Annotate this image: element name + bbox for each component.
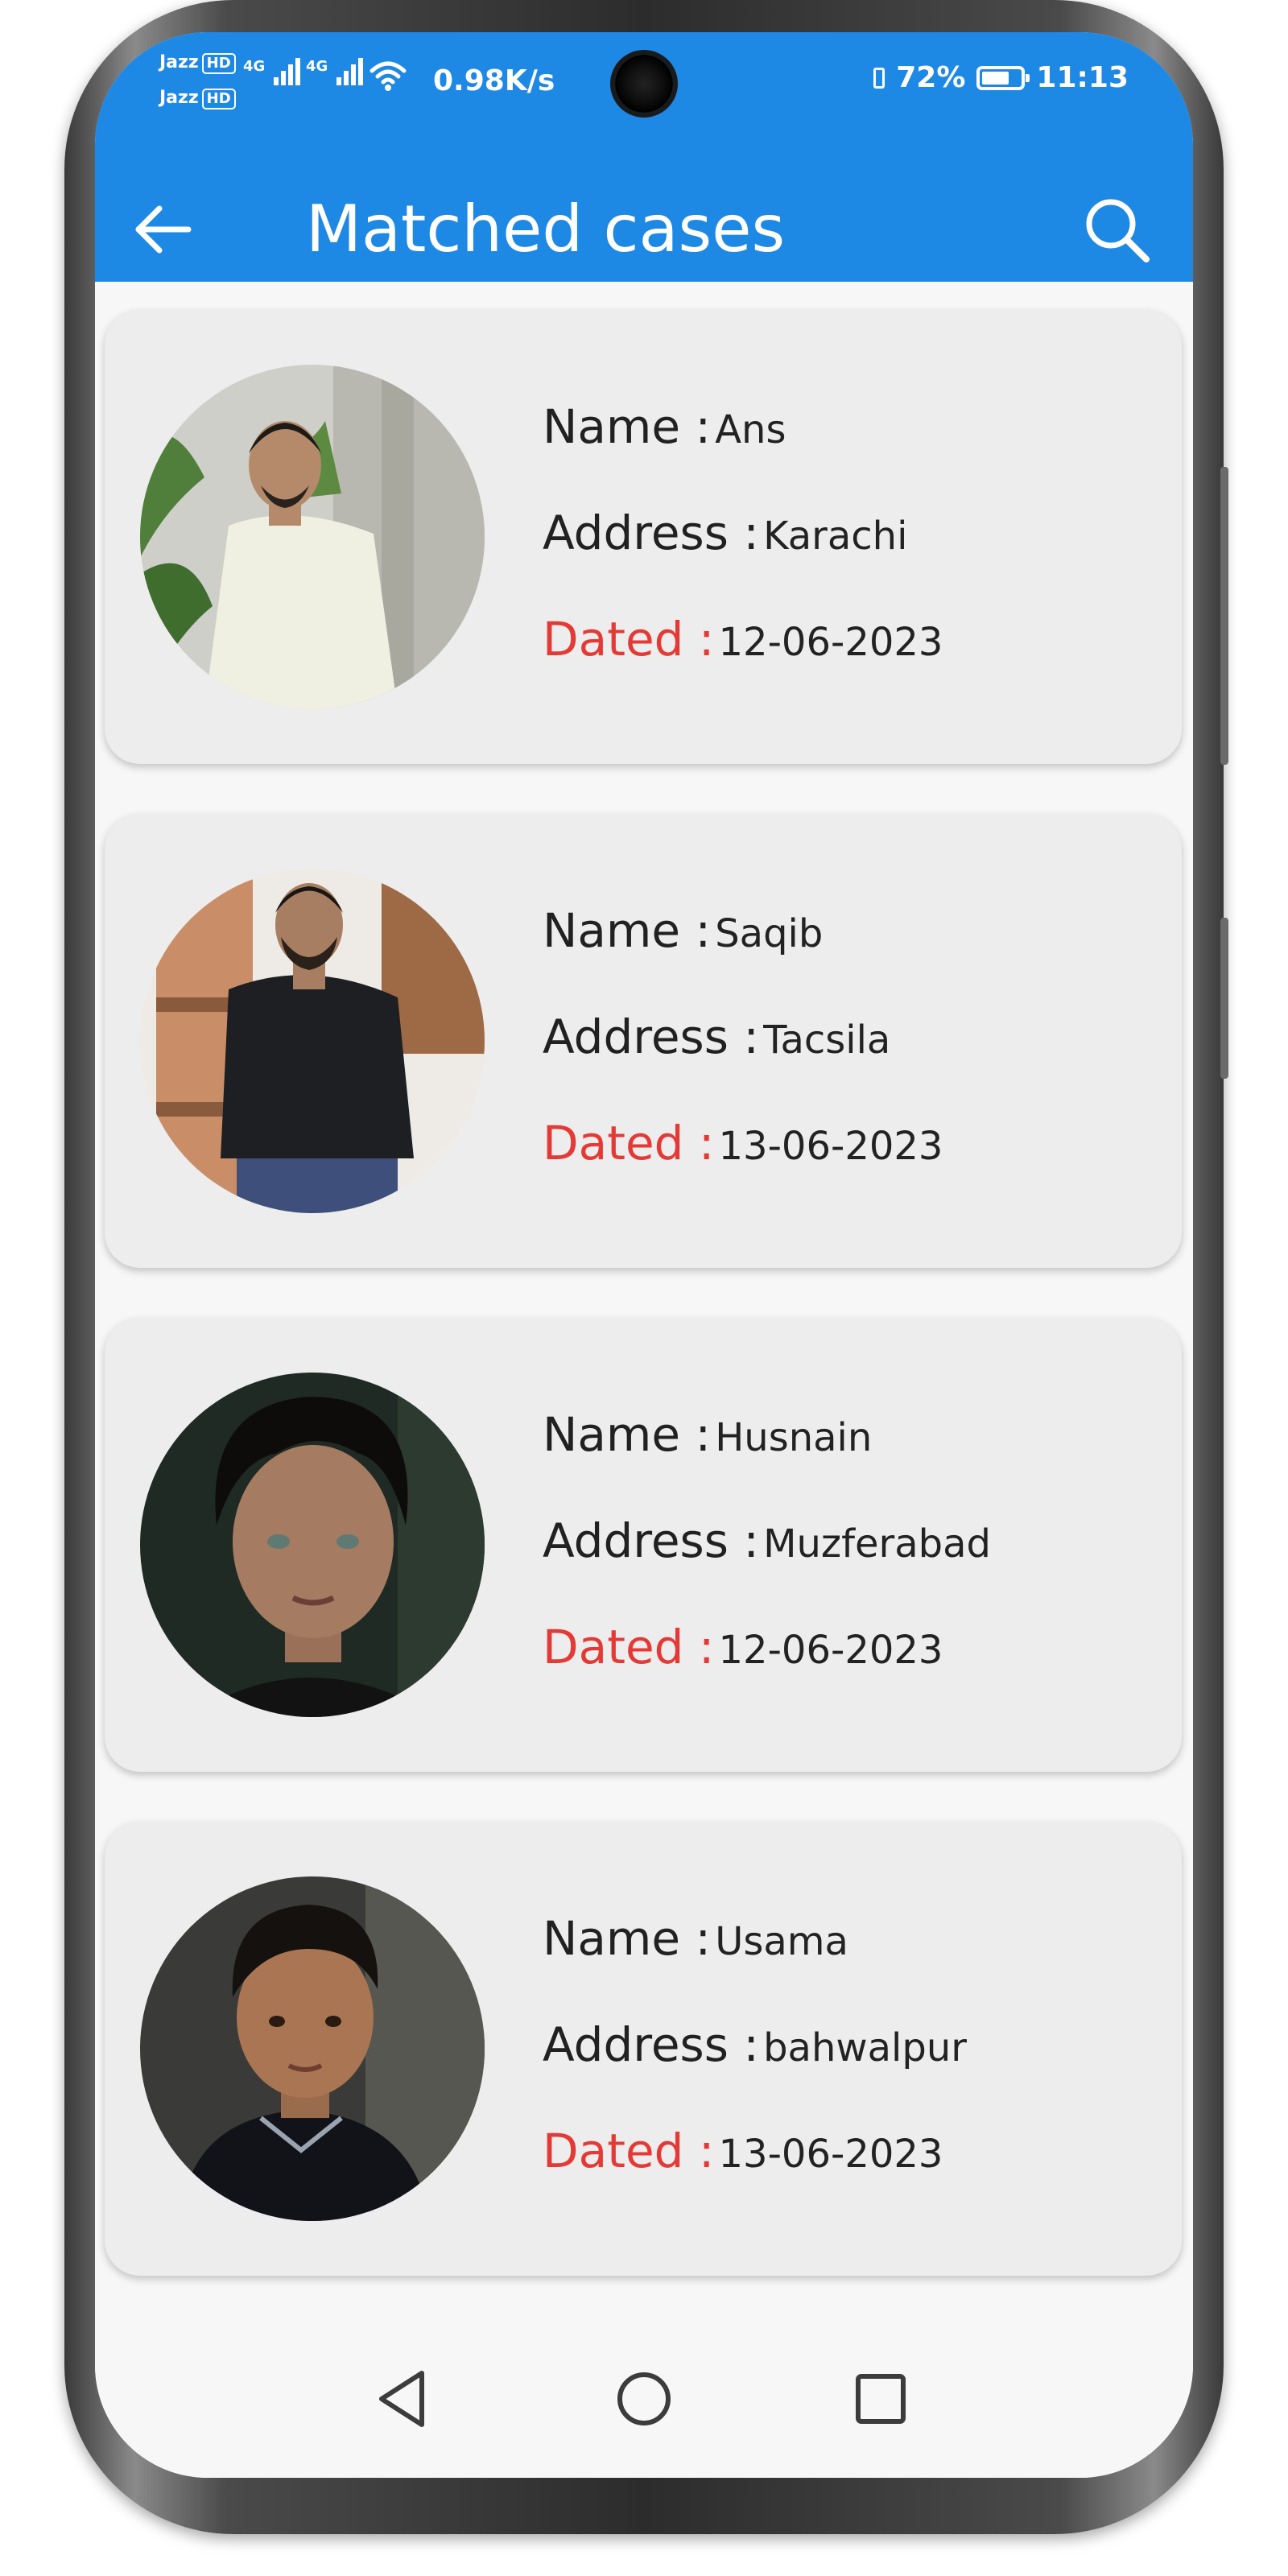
name-row: Name : Husnain bbox=[543, 1398, 991, 1505]
status-right: 72% 11:13 bbox=[873, 61, 1129, 94]
address-label: Address : bbox=[543, 506, 759, 560]
address-label: Address : bbox=[543, 1009, 759, 1064]
dated-label: Dated : bbox=[543, 1620, 715, 1674]
battery-level bbox=[982, 71, 1009, 85]
address-value: bahwalpur bbox=[763, 2025, 967, 2070]
name-value: Ans bbox=[715, 407, 786, 452]
avatar bbox=[140, 1876, 485, 2221]
clock: 11:13 bbox=[1036, 61, 1129, 94]
address-value: Muzferabad bbox=[763, 1521, 992, 1567]
photo-man-black-shirt bbox=[140, 869, 485, 1213]
name-row: Name : Ans bbox=[543, 390, 943, 497]
name-label: Name : bbox=[543, 1407, 712, 1462]
case-card[interactable]: Name : Husnain Address : Muzferabad Date… bbox=[105, 1318, 1182, 1772]
dated-value: 13-06-2023 bbox=[718, 2132, 943, 2177]
name-label: Name : bbox=[543, 903, 712, 958]
system-nav-bar bbox=[95, 2334, 1193, 2478]
name-value: Usama bbox=[715, 1919, 848, 1964]
name-value: Saqib bbox=[715, 911, 824, 956]
name-row: Name : Saqib bbox=[543, 894, 943, 1001]
name-label: Name : bbox=[543, 1911, 712, 1966]
address-row: Address : Karachi bbox=[543, 497, 943, 603]
hd-icon: HD bbox=[201, 89, 236, 109]
signal-1: 4G bbox=[243, 58, 303, 85]
photo-boy-polo-shirt bbox=[140, 1876, 485, 2221]
case-card[interactable]: Name : Saqib Address : Tacsila Dated : 1… bbox=[105, 814, 1182, 1268]
name-label: Name : bbox=[543, 399, 712, 454]
dated-label: Dated : bbox=[543, 2124, 715, 2178]
signal-icon bbox=[274, 58, 303, 85]
home-circle-icon[interactable] bbox=[604, 2359, 684, 2439]
address-row: Address : Muzferabad bbox=[543, 1505, 991, 1611]
volume-button bbox=[1220, 467, 1228, 765]
app-screen: Jazz HD Jazz HD 4G 4G 0.98K/s 72% 11:13 … bbox=[95, 32, 1193, 2478]
dated-row: Dated : 12-06-2023 bbox=[543, 603, 943, 709]
address-row: Address : Tacsila bbox=[543, 1001, 943, 1107]
status-bar: Jazz HD Jazz HD 4G 4G 0.98K/s 72% 11:13 bbox=[95, 32, 1193, 153]
battery-percent: 72% bbox=[896, 61, 966, 94]
dated-row: Dated : 13-06-2023 bbox=[543, 2115, 967, 2221]
power-button bbox=[1220, 918, 1228, 1079]
search-icon[interactable] bbox=[1079, 192, 1156, 269]
dated-value: 13-06-2023 bbox=[718, 1124, 943, 1169]
hd-icon: HD bbox=[201, 53, 236, 74]
battery-icon bbox=[976, 65, 1030, 90]
photo-man-white-kurta bbox=[140, 365, 485, 709]
carrier-1-label: Jazz bbox=[159, 52, 199, 72]
signal-icon bbox=[336, 58, 365, 85]
avatar bbox=[140, 365, 485, 709]
network-2-label: 4G bbox=[306, 58, 328, 75]
signal-2: 4G bbox=[306, 58, 365, 85]
arrow-left-icon[interactable] bbox=[127, 193, 200, 266]
case-info: Name : Husnain Address : Muzferabad Date… bbox=[543, 1398, 991, 1717]
device-screenshot: Jazz HD Jazz HD 4G 4G 0.98K/s 72% 11:13 … bbox=[0, 0, 1288, 2576]
dated-value: 12-06-2023 bbox=[718, 620, 943, 665]
case-info: Name : Usama Address : bahwalpur Dated :… bbox=[543, 1902, 967, 2221]
photo-young-man-dark-hair bbox=[140, 1373, 485, 1717]
carrier-info: Jazz HD Jazz HD bbox=[159, 45, 236, 116]
front-camera bbox=[615, 55, 673, 113]
page-title: Matched cases bbox=[306, 192, 786, 266]
address-value: Karachi bbox=[763, 514, 908, 559]
address-row: Address : bahwalpur bbox=[543, 2008, 967, 2115]
wifi-icon bbox=[369, 61, 407, 91]
case-card[interactable]: Name : Ans Address : Karachi Dated : 12-… bbox=[105, 310, 1182, 764]
back-triangle-icon[interactable] bbox=[362, 2359, 443, 2439]
carrier-2-label: Jazz bbox=[159, 88, 199, 108]
avatar bbox=[140, 1373, 485, 1717]
case-card[interactable]: Name : Usama Address : bahwalpur Dated :… bbox=[105, 1822, 1182, 2276]
net-speed: 0.98K/s bbox=[433, 64, 555, 97]
dated-value: 12-06-2023 bbox=[718, 1628, 943, 1673]
avatar bbox=[140, 869, 485, 1213]
recents-square-icon[interactable] bbox=[840, 2359, 921, 2439]
case-info: Name : Saqib Address : Tacsila Dated : 1… bbox=[543, 894, 943, 1213]
network-1-label: 4G bbox=[243, 58, 266, 75]
dated-row: Dated : 12-06-2023 bbox=[543, 1611, 991, 1717]
dated-row: Dated : 13-06-2023 bbox=[543, 1107, 943, 1213]
address-label: Address : bbox=[543, 1513, 759, 1568]
app-bar: Matched cases bbox=[95, 153, 1193, 282]
address-value: Tacsila bbox=[763, 1018, 891, 1063]
dated-label: Dated : bbox=[543, 1116, 715, 1170]
case-info: Name : Ans Address : Karachi Dated : 12-… bbox=[543, 390, 943, 709]
cases-list: Name : Ans Address : Karachi Dated : 12-… bbox=[105, 310, 1183, 2326]
dated-label: Dated : bbox=[543, 612, 715, 667]
name-row: Name : Usama bbox=[543, 1902, 967, 2008]
name-value: Husnain bbox=[715, 1415, 873, 1460]
vibrate-icon bbox=[873, 67, 886, 89]
address-label: Address : bbox=[543, 2017, 759, 2072]
